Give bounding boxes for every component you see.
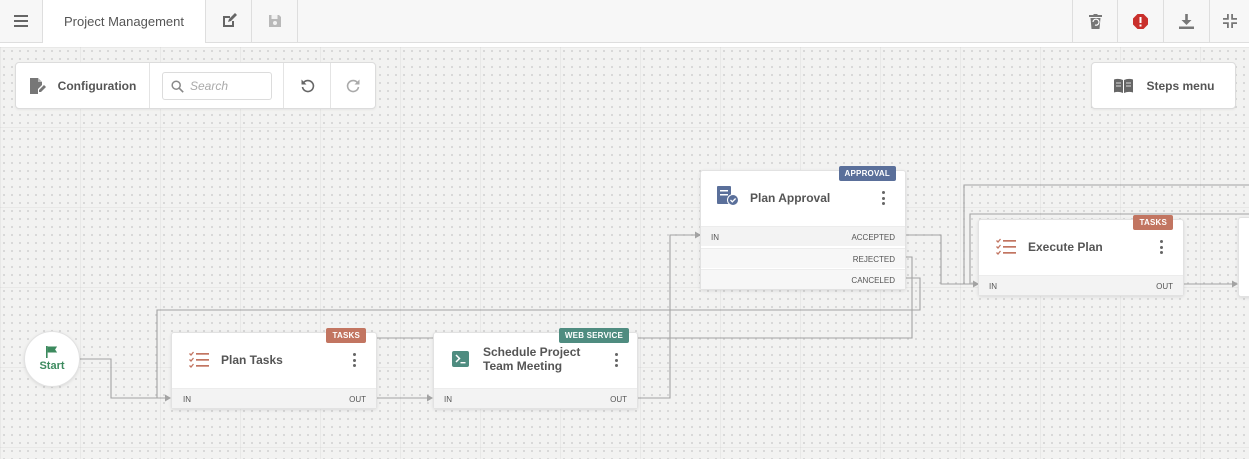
start-label: Start [39, 360, 65, 372]
approval-document-icon [717, 186, 739, 206]
task-list-icon [996, 238, 1016, 255]
download-icon [1179, 13, 1194, 29]
out-port[interactable]: OUT [349, 389, 366, 409]
node-menu-button[interactable] [609, 352, 623, 368]
undo-icon [301, 79, 314, 93]
node-menu-button[interactable] [347, 352, 361, 368]
delete-button[interactable] [1072, 0, 1117, 42]
redo-button[interactable] [330, 63, 376, 108]
port-row-accepted: IN ACCEPTED [701, 226, 905, 246]
port-row-rejected: REJECTED [701, 248, 905, 268]
node-title-line-1: Schedule Project [483, 345, 581, 359]
delete-icon [1088, 13, 1102, 29]
node-menu-button[interactable] [1154, 239, 1168, 255]
menu-button[interactable] [0, 0, 43, 42]
configuration-label: Configuration [57, 78, 137, 93]
node-title: Plan Approval [750, 191, 831, 205]
node-title-line-2: Team Meeting [483, 359, 563, 373]
download-button[interactable] [1163, 0, 1209, 42]
plan-approval-node[interactable]: APPROVAL Plan Approval IN ACCEPTED REJEC… [700, 166, 906, 290]
port-row: IN OUT [172, 388, 376, 408]
save-icon [268, 15, 281, 27]
steps-menu-label: Steps menu [1146, 78, 1215, 93]
in-port[interactable]: IN [444, 389, 452, 409]
rejected-port[interactable]: REJECTED [853, 249, 895, 269]
configuration-icon [29, 77, 46, 94]
node-menu-button[interactable] [876, 190, 890, 206]
search-icon [171, 79, 184, 93]
node-title: Schedule Project Team Meeting [483, 345, 580, 373]
in-port[interactable]: IN [183, 389, 191, 409]
book-icon [1114, 78, 1134, 93]
in-port[interactable]: IN [711, 227, 719, 247]
tasks-badge: TASKS [1133, 215, 1173, 230]
approval-badge: APPROVAL [838, 166, 896, 181]
node-title: Execute Plan [1028, 240, 1103, 254]
canceled-port[interactable]: CANCELED [851, 270, 895, 290]
offscreen-node[interactable] [1238, 217, 1249, 297]
top-bar: Project Management [0, 0, 1249, 43]
port-row: IN OUT [434, 388, 637, 408]
node-title: Plan Tasks [221, 353, 283, 367]
steps-menu-content: Steps menu [1092, 63, 1237, 108]
search-box[interactable] [162, 72, 272, 100]
port-row-canceled: CANCELED [701, 269, 905, 289]
error-button[interactable] [1117, 0, 1163, 42]
edit-button[interactable] [206, 0, 252, 42]
configuration-toolbar: Configuration [15, 62, 376, 109]
plan-tasks-node[interactable]: TASKS Plan Tasks IN OUT [171, 328, 377, 409]
steps-menu-button[interactable]: Steps menu [1091, 62, 1236, 109]
accepted-port[interactable]: ACCEPTED [851, 227, 895, 247]
workflow-canvas[interactable]: Configuration Steps menu Start TASKS Pla… [0, 47, 1249, 459]
port-row: IN OUT [979, 275, 1183, 295]
web-service-badge: WEB SERVICE [558, 328, 629, 343]
wire-meeting-to-approval [638, 234, 696, 399]
schedule-meeting-node[interactable]: WEB SERVICE Schedule Project Team Meetin… [433, 328, 638, 409]
save-button[interactable] [252, 0, 298, 42]
terminal-icon [452, 351, 469, 367]
collapse-button[interactable] [1209, 0, 1249, 42]
in-port[interactable]: IN [989, 276, 997, 296]
search-input[interactable] [190, 79, 260, 93]
error-icon [1133, 13, 1148, 29]
start-node[interactable]: Start [24, 331, 80, 387]
task-list-icon [189, 351, 209, 368]
flag-icon [46, 346, 58, 358]
configuration-button[interactable]: Configuration [16, 63, 150, 108]
hamburger-icon [14, 15, 28, 27]
edit-icon [222, 13, 237, 27]
wire-start-to-plan-tasks [80, 358, 166, 399]
collapse-icon [1222, 14, 1237, 28]
redo-icon [346, 79, 360, 93]
out-port[interactable]: OUT [610, 389, 627, 409]
page-title-text: Project Management [64, 14, 184, 29]
execute-plan-node[interactable]: TASKS Execute Plan IN OUT [978, 215, 1184, 296]
out-port[interactable]: OUT [1156, 276, 1173, 296]
undo-button[interactable] [283, 63, 330, 108]
page-title: Project Management [43, 0, 206, 43]
tasks-badge: TASKS [326, 328, 366, 343]
